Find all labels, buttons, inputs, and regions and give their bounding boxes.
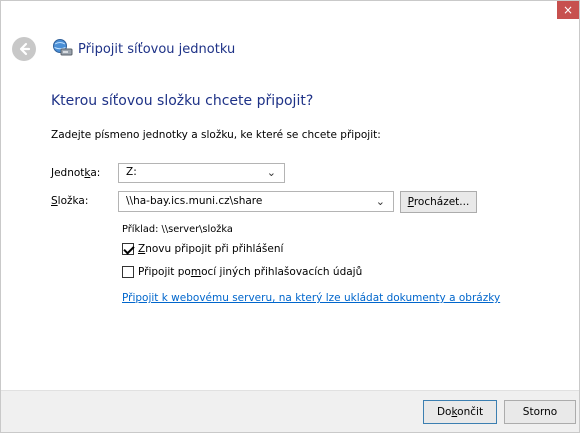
- folder-input[interactable]: \\ha-bay.ics.muni.cz\share ⌄: [118, 191, 394, 212]
- instruction-text: Zadejte písmeno jednotky a složku, ke kt…: [51, 129, 381, 141]
- reconnect-checkbox[interactable]: Znovu připojit při přihlášení: [122, 243, 283, 255]
- finish-button[interactable]: Dokončit: [423, 400, 497, 424]
- other-credentials-checkbox[interactable]: Připojit pomocí jiných přihlašovacích úd…: [122, 266, 362, 278]
- chevron-down-icon[interactable]: ⌄: [376, 195, 385, 208]
- back-arrow-icon: [19, 42, 31, 56]
- chevron-down-icon: ⌄: [266, 166, 276, 179]
- other-credentials-label: Připojit pomocí jiných přihlašovacích úd…: [138, 266, 363, 278]
- folder-label: Složka:: [51, 195, 89, 207]
- titlebar: Připojit síťovou jednotku: [1, 21, 579, 79]
- browse-button[interactable]: Procházet...: [400, 191, 477, 213]
- reconnect-label: Znovu připojit při přihlášení: [138, 243, 284, 255]
- close-button[interactable]: ×: [557, 1, 579, 19]
- page-heading: Kterou síťovou složku chcete připojit?: [51, 93, 314, 109]
- checkbox-unchecked-icon[interactable]: [122, 266, 134, 278]
- dialog-title: Připojit síťovou jednotku: [78, 42, 236, 57]
- folder-value: \\ha-bay.ics.muni.cz\share: [126, 195, 263, 207]
- cancel-button[interactable]: Storno: [504, 400, 576, 424]
- network-drive-icon: [53, 39, 73, 56]
- checkbox-checked-icon[interactable]: [122, 243, 134, 255]
- back-button[interactable]: [12, 37, 36, 61]
- example-text: Příklad: \\server\složka: [122, 224, 233, 235]
- dialog-footer: Dokončit Storno: [1, 390, 579, 432]
- close-icon: ×: [562, 3, 574, 17]
- drive-letter-select[interactable]: Z: ⌄: [118, 163, 285, 183]
- drive-letter-value: Z:: [126, 166, 137, 178]
- map-network-drive-dialog: × Připojit síťovou jednotku Kterou síťov…: [0, 0, 580, 433]
- drive-label: Jednotka:: [51, 167, 101, 179]
- web-server-link[interactable]: Připojit k webovému serveru, na který lz…: [122, 292, 500, 304]
